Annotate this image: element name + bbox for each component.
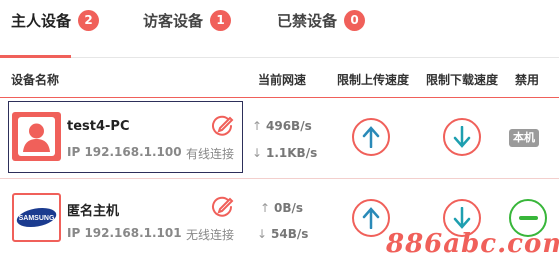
connection-type: 无线连接 xyxy=(186,228,235,242)
samsung-logo-icon: SAMSUNG xyxy=(12,193,61,242)
site-watermark: 886abc.com xyxy=(386,229,559,259)
device-name: test4-PC xyxy=(67,119,130,134)
minus-icon xyxy=(519,216,538,220)
table-header: 设备名称 当前网速 限制上传速度 限制下载速度 禁用 xyxy=(0,58,559,98)
tab-label: 访客设备 xyxy=(143,11,204,30)
arrow-down-icon xyxy=(453,207,471,229)
limit-upload-button[interactable] xyxy=(352,118,390,156)
device-tabs: 主人设备 2 访客设备 1 已禁设备 0 xyxy=(0,0,559,58)
arrow-up-icon: ↑ xyxy=(260,201,271,215)
header-limit-upload: 限制上传速度 xyxy=(337,73,410,87)
upload-speed: ↑ 0B/s xyxy=(260,201,303,215)
connection-type: 有线连接 xyxy=(186,147,235,161)
tab-label: 已禁设备 xyxy=(277,11,338,30)
device-ip: IP 192.168.1.101 xyxy=(67,226,182,240)
header-device-name: 设备名称 xyxy=(11,73,60,87)
download-speed-value: 1.1KB/s xyxy=(266,146,318,160)
count-badge: 0 xyxy=(344,9,366,31)
arrow-up-icon: ↑ xyxy=(252,119,263,133)
upload-speed: ↑ 496B/s xyxy=(252,119,312,133)
header-current-speed: 当前网速 xyxy=(258,73,307,87)
logo-text: SAMSUNG xyxy=(19,215,55,222)
count-badge: 1 xyxy=(210,9,232,31)
upload-speed-value: 0B/s xyxy=(274,201,304,215)
this-device-badge: 本机 xyxy=(509,129,539,147)
user-avatar-icon xyxy=(12,112,61,161)
device-ip: IP 192.168.1.100 xyxy=(67,145,182,159)
upload-speed-value: 496B/s xyxy=(266,119,312,133)
arrow-down-icon: ↓ xyxy=(257,227,268,241)
device-name: 匿名主机 xyxy=(67,204,120,219)
header-disable: 禁用 xyxy=(515,73,540,87)
edit-pencil-icon[interactable] xyxy=(210,196,234,220)
arrow-down-icon: ↓ xyxy=(252,146,263,160)
arrow-down-icon xyxy=(453,126,471,148)
arrow-up-icon xyxy=(362,126,380,148)
tab-label: 主人设备 xyxy=(11,11,72,30)
header-limit-download: 限制下载速度 xyxy=(426,73,499,87)
tab-guest-devices[interactable]: 访客设备 1 xyxy=(143,9,232,31)
limit-download-button[interactable] xyxy=(443,118,481,156)
download-speed-value: 54B/s xyxy=(271,227,309,241)
tab-owner-devices[interactable]: 主人设备 2 xyxy=(11,9,100,31)
tab-blocked-devices[interactable]: 已禁设备 0 xyxy=(277,9,366,31)
download-speed: ↓ 1.1KB/s xyxy=(252,146,317,160)
arrow-up-icon xyxy=(362,207,380,229)
edit-pencil-icon[interactable] xyxy=(210,115,234,139)
count-badge: 2 xyxy=(78,9,100,31)
limit-upload-button[interactable] xyxy=(352,199,390,237)
download-speed: ↓ 54B/s xyxy=(257,227,308,241)
table-row: test4-PC IP 192.168.1.100 有线连接 ↑ 496B/s ↓… xyxy=(0,99,559,179)
